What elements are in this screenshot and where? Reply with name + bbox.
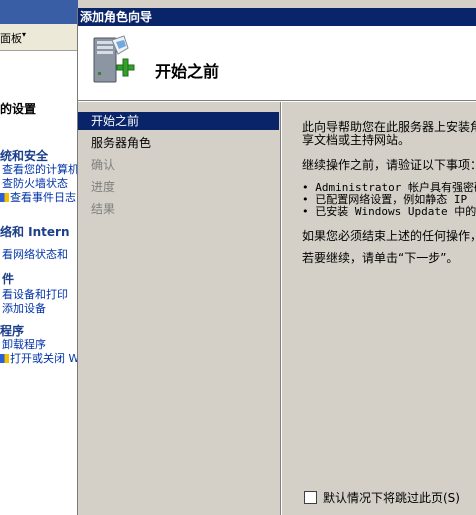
section-network-internet[interactable]: 络和 Intern xyxy=(0,223,70,240)
if-text: 如果您必须结束上述的任何操作， xyxy=(302,229,476,243)
nav-item-results: 结果 xyxy=(91,202,116,216)
nav-item-server-roles[interactable]: 服务器角色 xyxy=(78,134,279,152)
link-add-device[interactable]: 添加设备 xyxy=(2,300,46,316)
skip-page-checkbox[interactable] xyxy=(304,491,317,504)
toolbar-panel-label[interactable]: 面板 xyxy=(0,30,22,46)
nav-item-confirmation: 确认 xyxy=(91,158,116,172)
bullet-windows-update: • 已安装 Windows Update 中的最 xyxy=(302,205,476,218)
wizard-content: 此向导帮助您在此服务器上安装角 享文档或主持网站。 继续操作之前，请验证以下事项… xyxy=(282,102,476,515)
skip-page-option[interactable]: 默认情况下将跳过此页(S) xyxy=(304,489,460,506)
skip-page-label[interactable]: 默认情况下将跳过此页(S) xyxy=(323,491,460,505)
server-add-icon xyxy=(93,35,135,83)
link-event-log[interactable]: 查看事件日志 xyxy=(10,191,76,204)
wizard-title-bar[interactable]: 添加角色向导 xyxy=(78,8,476,26)
background-toolbar: 面板 ▾ xyxy=(0,24,78,51)
link-network-status[interactable]: 看网络状态和 xyxy=(2,246,68,262)
background-window-strip xyxy=(0,0,78,24)
wizard-header: 开始之前 xyxy=(78,26,476,101)
nav-item-progress: 进度 xyxy=(91,180,116,194)
link-turn-features[interactable]: 打开或关闭 W xyxy=(10,352,78,365)
continue-text: 若要继续，请单击“下一步”。 xyxy=(302,251,459,265)
wizard-title: 添加角色向导 xyxy=(80,10,153,24)
page-title: 开始之前 xyxy=(155,62,220,81)
add-roles-wizard: 添加角色向导 开始之前 开始之前 服务器角色 确认 进度 结果 此向导帮助您在此… xyxy=(77,8,476,515)
wizard-nav: 开始之前 服务器角色 确认 进度 结果 xyxy=(78,102,281,515)
control-panel-background: 面板 ▾ 的设置 统和安全 查看您的计算机 查防火墙状态 查看事件日志 络和 I… xyxy=(0,0,78,515)
section-hardware[interactable]: 件 xyxy=(2,270,14,287)
chevron-down-icon[interactable]: ▾ xyxy=(22,30,26,39)
verify-text: 继续操作之前，请验证以下事项： xyxy=(302,158,476,172)
settings-heading: 的设置 xyxy=(0,102,37,116)
shield-icon xyxy=(0,354,9,363)
shield-icon xyxy=(0,193,9,202)
nav-item-before-you-begin[interactable]: 开始之前 xyxy=(78,112,279,130)
intro-text-line2: 享文档或主持网站。 xyxy=(302,133,411,147)
